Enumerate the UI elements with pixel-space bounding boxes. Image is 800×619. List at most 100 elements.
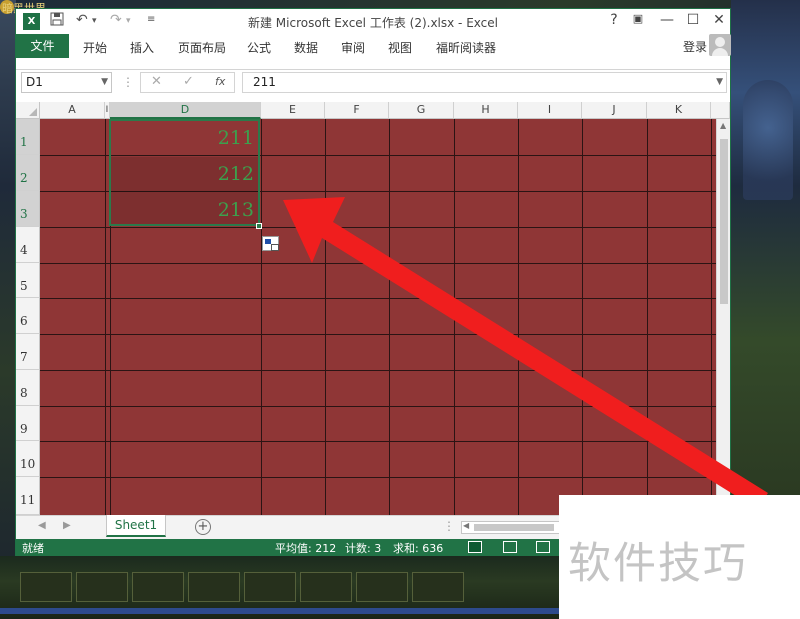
scroll-up-icon[interactable]: ▲ xyxy=(720,121,726,130)
grid-line xyxy=(261,119,262,515)
column-header-e[interactable]: E xyxy=(261,102,325,119)
grid-line xyxy=(325,119,326,515)
column-header-d[interactable]: D xyxy=(110,102,261,119)
action-slot xyxy=(188,572,240,602)
cell-d3[interactable]: 213 xyxy=(111,199,258,221)
row-header-11[interactable]: 11 xyxy=(16,477,40,515)
status-average: 平均值: 212 xyxy=(275,542,337,555)
column-header-f[interactable]: F xyxy=(325,102,389,119)
tab-file[interactable]: 文件 xyxy=(16,34,69,58)
grid-line xyxy=(40,441,730,442)
maximize-button[interactable]: ☐ xyxy=(685,12,701,28)
formula-input[interactable]: 211 ▼ xyxy=(242,72,727,93)
grid-line xyxy=(454,119,455,515)
help-button[interactable]: ? xyxy=(606,12,622,28)
row-header-1[interactable]: 1 xyxy=(16,119,40,155)
status-count: 计数: 3 xyxy=(345,542,382,555)
scroll-thumb[interactable] xyxy=(720,139,728,304)
status-sum: 求和: 636 xyxy=(393,542,444,555)
tab-view[interactable]: 视图 xyxy=(388,39,412,56)
cell-d1[interactable]: 211 xyxy=(111,127,258,149)
grid-line xyxy=(105,119,106,515)
action-slot xyxy=(132,572,184,602)
avatar[interactable] xyxy=(709,34,731,56)
window-title: 新建 Microsoft Excel 工作表 (2).xlsx - Excel xyxy=(247,16,498,30)
horizontal-scroll-thumb[interactable] xyxy=(474,524,554,531)
grid-line xyxy=(40,227,730,228)
action-slot xyxy=(76,572,128,602)
name-box-value: D1 xyxy=(26,75,43,89)
row-header-3[interactable]: 3 xyxy=(16,191,40,227)
tab-sheet1[interactable]: Sheet1 xyxy=(106,515,166,537)
fill-handle[interactable] xyxy=(256,223,262,229)
sign-in-link[interactable]: 登录 xyxy=(683,38,707,55)
column-header-k[interactable]: K xyxy=(647,102,711,119)
row-header-8[interactable]: 8 xyxy=(16,370,40,406)
grid-line xyxy=(40,477,730,478)
game-progress-bar xyxy=(0,608,560,614)
action-slot xyxy=(412,572,464,602)
grid-line xyxy=(40,370,730,371)
castle-window-decoration xyxy=(743,80,793,200)
page-layout-view-icon[interactable] xyxy=(503,541,517,553)
sheet-next-icon[interactable]: ▶ xyxy=(63,520,71,531)
tab-page-layout[interactable]: 页面布局 xyxy=(178,39,226,56)
scroll-left-icon[interactable]: ◀ xyxy=(463,521,469,530)
row-header-5[interactable]: 5 xyxy=(16,263,40,298)
action-slot xyxy=(20,572,72,602)
cancel-icon[interactable]: ✕ xyxy=(151,74,162,89)
minimize-button[interactable]: — xyxy=(659,12,675,28)
row-header-9[interactable]: 9 xyxy=(16,406,40,441)
game-action-bar xyxy=(20,572,464,602)
tab-foxit-reader[interactable]: 福昕阅读器 xyxy=(436,39,496,56)
column-header-h[interactable]: H xyxy=(454,102,518,119)
watermark: 软件技巧 xyxy=(559,495,800,619)
enter-icon[interactable]: ✓ xyxy=(183,74,194,89)
row-header-6[interactable]: 6 xyxy=(16,298,40,334)
cell-d2[interactable]: 212 xyxy=(111,163,258,185)
ribbon-display-options-icon[interactable]: ▣ xyxy=(630,12,646,25)
ribbon-tabs: 文件 开始 插入 页面布局 公式 数据 审阅 视图 福昕阅读器 登录 xyxy=(16,34,731,58)
action-slot xyxy=(356,572,408,602)
name-box[interactable]: D1 ▼ xyxy=(21,72,112,93)
watermark-text: 软件技巧 xyxy=(568,539,748,589)
grid-line xyxy=(40,263,730,264)
normal-view-icon[interactable] xyxy=(468,541,482,553)
tab-formulas[interactable]: 公式 xyxy=(247,39,271,56)
tab-insert[interactable]: 插入 xyxy=(130,39,154,56)
column-header-i[interactable]: I xyxy=(518,102,582,119)
add-sheet-button[interactable]: + xyxy=(195,519,211,535)
status-ready: 就绪 xyxy=(22,542,44,555)
row-header-2[interactable]: 2 xyxy=(16,155,40,191)
grid-line xyxy=(40,298,730,299)
action-slot xyxy=(300,572,352,602)
row-header-10[interactable]: 10 xyxy=(16,441,40,477)
tab-review[interactable]: 审阅 xyxy=(341,39,365,56)
worksheet-grid[interactable]: A I D E F G H I J K 1 2 3 4 5 6 7 8 9 10… xyxy=(16,102,730,515)
action-slot xyxy=(244,572,296,602)
column-header-a[interactable]: A xyxy=(40,102,105,119)
formula-bar-splitter[interactable]: ⋮ xyxy=(122,75,134,89)
column-header-g[interactable]: G xyxy=(389,102,454,119)
select-all-button[interactable] xyxy=(16,102,40,119)
column-header-partial[interactable] xyxy=(711,102,730,119)
vertical-scrollbar[interactable]: ▲ ▼ xyxy=(716,119,730,515)
tab-splitter[interactable]: ⋮ xyxy=(443,519,455,533)
column-header-j[interactable]: J xyxy=(582,102,647,119)
row-header-7[interactable]: 7 xyxy=(16,334,40,370)
quick-analysis-icon[interactable] xyxy=(262,236,279,251)
sheet-prev-icon[interactable]: ◀ xyxy=(38,520,46,531)
chevron-down-icon[interactable]: ▼ xyxy=(101,73,108,92)
page-break-view-icon[interactable] xyxy=(536,541,550,553)
row-header-4[interactable]: 4 xyxy=(16,227,40,263)
grid-line xyxy=(647,119,648,515)
grid-line xyxy=(518,119,519,515)
tab-home[interactable]: 开始 xyxy=(83,39,107,56)
desktop-background-left xyxy=(0,0,16,619)
grid-line xyxy=(389,119,390,515)
insert-function-icon[interactable]: fx xyxy=(215,75,225,88)
tab-data[interactable]: 数据 xyxy=(294,39,318,56)
expand-formula-bar-icon[interactable]: ▼ xyxy=(716,73,723,92)
close-button[interactable]: ✕ xyxy=(711,12,727,28)
formula-bar: D1 ▼ ⋮ ✕ ✓ fx 211 ▼ xyxy=(16,70,730,97)
